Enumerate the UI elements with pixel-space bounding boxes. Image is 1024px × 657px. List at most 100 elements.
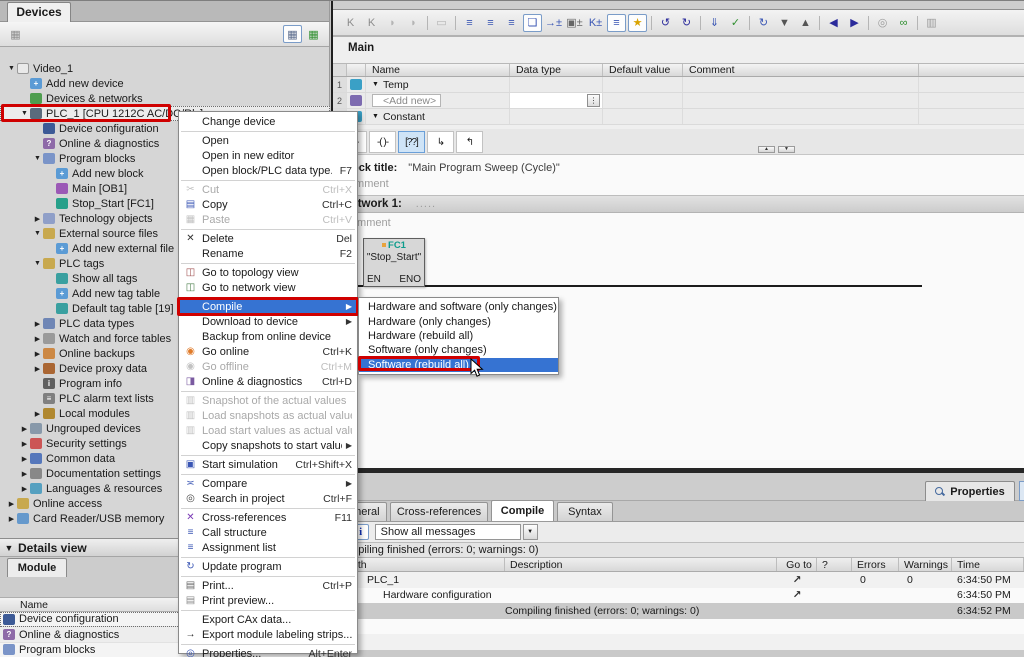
message-row[interactable] [331,619,1024,635]
filter-dropdown-button[interactable]: ▼ [523,524,538,540]
expand-all-networks-icon[interactable]: ≡ [481,14,500,32]
row-expander-icon[interactable]: ▼ [372,113,379,120]
fc-block-eno-pin[interactable]: ENO [399,274,421,285]
interface-table-row[interactable]: 3▼Constant [333,109,1024,125]
undo-icon[interactable]: ↺ [656,14,675,32]
menu-item-start-simulation[interactable]: ▣Start simulationCtrl+Shift+X [179,457,357,472]
menu-item-copy[interactable]: ▤CopyCtrl+C [179,197,357,212]
default-value-cell[interactable] [603,77,683,92]
download-to-device-icon[interactable]: ⇓ [705,14,724,32]
close-all-networks-icon[interactable]: ≡ [502,14,521,32]
empty-box-button[interactable]: [??] [398,131,425,153]
menu-item-open-block-plc-data-type[interactable]: Open block/PLC data type...F7 [179,163,357,178]
data-type-dropdown-button[interactable]: ⋮ [587,94,600,107]
expander-icon[interactable]: ▼ [32,230,43,237]
menu-item-go-to-network-view[interactable]: ◫Go to network view [179,280,357,295]
project-tree-settings-icon[interactable]: ▦ [6,25,25,43]
interface-table-row[interactable]: 1▼Temp [333,77,1024,93]
comment-cell[interactable] [683,93,919,108]
tree-item-add-new-device[interactable]: +Add new device [0,76,330,91]
expander-icon[interactable]: ▶ [19,470,30,478]
menu-item-cut[interactable]: ✂CutCtrl+X [179,182,357,197]
menu-item-load-start-values-as-actual-values[interactable]: ▥Load start values as actual values [179,423,357,438]
collapse-down-button[interactable]: ▼ [778,146,795,153]
menu-item-load-snapshots-as-actual-values[interactable]: ▥Load snapshots as actual values [179,408,357,423]
menu-item-export-cax-data[interactable]: Export CAx data... [179,612,357,627]
goto-arrow-icon[interactable]: ↗ [777,589,817,601]
name-cell[interactable]: ▼Temp [366,77,510,92]
message-row[interactable] [331,634,1024,650]
menu-item-compile[interactable]: Compile▶ [179,299,357,314]
expander-icon[interactable]: ▶ [32,215,43,223]
expander-icon[interactable]: ▼ [32,155,43,162]
expander-icon[interactable]: ▼ [19,110,30,117]
symbolic-operands-icon[interactable]: K [362,14,381,32]
menu-item-cross-references[interactable]: ✕Cross-referencesF11 [179,510,357,525]
message-row[interactable]: Hardware configuration↗6:34:50 PM [331,588,1024,604]
message-filter-select[interactable]: Show all messages [375,524,521,540]
compile-icon[interactable]: ↻ [754,14,773,32]
menu-item-paste[interactable]: ▦PasteCtrl+V [179,212,357,227]
menu-item-copy-snapshots-to-start-values[interactable]: Copy snapshots to start values▶ [179,438,357,453]
freeform-comment-icon[interactable]: ▭ [432,14,451,32]
favorites-panel-icon[interactable]: ≡ [607,14,626,32]
absolute-operands-icon[interactable]: K [341,14,360,32]
add-new-entry[interactable]: <Add new> [372,94,441,107]
menu-item-properties[interactable]: ◎Properties...Alt+Enter [179,646,357,657]
network-title-icon[interactable]: ◗ [404,14,423,32]
data-type-cell[interactable] [510,109,603,124]
collapse-up-button[interactable]: ▲ [758,146,775,153]
expander-icon[interactable]: ▼ [6,65,17,72]
menu-item-snapshot-of-the-actual-values[interactable]: ▥Snapshot of the actual values [179,393,357,408]
redo-icon[interactable]: ↻ [677,14,696,32]
submenu-item-software-only-changes[interactable]: Software (only changes) [359,343,558,357]
tree-item-devices-networks[interactable]: Devices & networks [0,91,330,106]
expander-icon[interactable]: ▶ [32,365,43,373]
menu-item-rename[interactable]: RenameF2 [179,246,357,261]
menu-item-search-in-project[interactable]: ◎Search in projectCtrl+F [179,491,357,506]
menu-item-open[interactable]: Open [179,133,357,148]
expander-icon[interactable]: ▶ [32,335,43,343]
menu-item-export-module-labeling-strips[interactable]: →Export module labeling strips... [179,627,357,642]
menu-item-change-device[interactable]: Change device [179,114,357,129]
open-branch-button[interactable]: ↳ [427,131,454,153]
expander-icon[interactable]: ▶ [32,410,43,418]
monitoring-icon[interactable]: ∞ [894,14,913,32]
expander-icon[interactable]: ▶ [32,350,43,358]
tab-cross-references[interactable]: Cross-references [390,502,488,521]
data-type-cell[interactable] [510,77,603,92]
goto-arrow-icon[interactable]: ↗ [777,574,817,586]
menu-item-delete[interactable]: ✕DeleteDel [179,231,357,246]
tree-item-video-1[interactable]: ▼Video_1 [0,61,330,76]
operand-display-icon[interactable]: K± [586,14,605,32]
menu-item-go-offline[interactable]: ◉Go offlineCtrl+M [179,359,357,374]
menu-item-call-structure[interactable]: ≡Call structure [179,525,357,540]
default-value-cell[interactable] [603,109,683,124]
go-online-icon[interactable]: ◀ [824,14,843,32]
submenu-item-hardware-only-changes[interactable]: Hardware (only changes) [359,314,558,328]
block-title-row[interactable]: Block title: "Main Program Sweep (Cycle)… [341,162,560,174]
go-offline-icon[interactable]: ▶ [845,14,864,32]
menu-item-download-to-device[interactable]: Download to device▶ [179,314,357,329]
tab-compile[interactable]: Compile [491,500,554,521]
default-value-cell[interactable] [603,93,683,108]
reference-data-icon[interactable]: ▥ [922,14,941,32]
menu-item-open-in-new-editor[interactable]: Open in new editor [179,148,357,163]
expander-icon[interactable]: ▶ [32,320,43,328]
expander-icon[interactable]: ▶ [19,485,30,493]
previous-error-icon[interactable]: ▼ [775,14,794,32]
show-column-headers-icon[interactable]: ▦ [283,25,302,43]
interface-table-row[interactable]: 2<Add new>⋮ [333,93,1024,109]
submenu-item-software-rebuild-all[interactable]: Software (rebuild all) [359,358,558,372]
message-row[interactable]: PLC_1↗006:34:50 PM [331,572,1024,588]
fc-block-call[interactable]: FC1 "Stop_Start" EN ENO [363,238,425,287]
expander-icon[interactable]: ▼ [32,260,43,267]
menu-item-compare[interactable]: ≍Compare▶ [179,476,357,491]
data-type-cell[interactable]: ⋮ [510,93,603,108]
fc-block-en-pin[interactable]: EN [367,274,381,285]
expander-icon[interactable]: ▶ [19,425,30,433]
expander-icon[interactable]: ▶ [19,440,30,448]
menu-item-print[interactable]: ▤Print...Ctrl+P [179,578,357,593]
collapse-all-networks-icon[interactable]: ≡ [460,14,479,32]
message-row[interactable]: Compiling finished (errors: 0; warnings:… [331,603,1024,619]
